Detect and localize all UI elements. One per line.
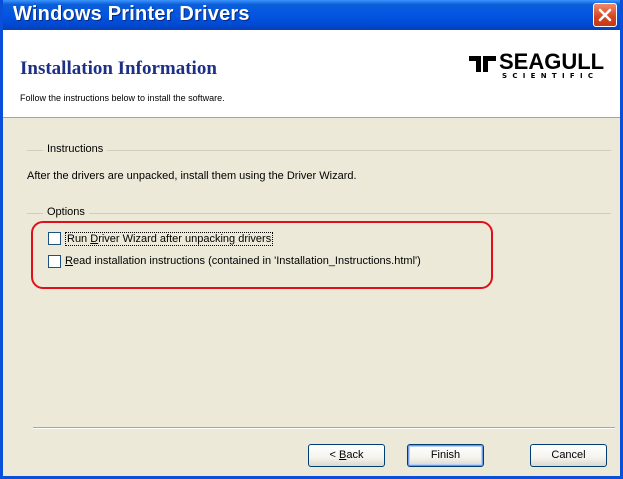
options-group-label: Options [43, 206, 89, 218]
back-rest: ack [346, 449, 364, 461]
instructions-text: After the drivers are unpacked, install … [27, 170, 357, 182]
button-separator [33, 427, 615, 429]
annotation-highlight [31, 221, 493, 289]
options-group-line [27, 213, 611, 214]
finish-button[interactable]: Finish [407, 444, 484, 467]
back-prefix: < [329, 449, 339, 461]
cancel-button[interactable]: Cancel [530, 444, 607, 467]
close-icon [598, 8, 612, 22]
dialog-window: Windows Printer Drivers Installation Inf… [0, 0, 623, 479]
back-button[interactable]: < Back [308, 444, 385, 467]
title-bar[interactable]: Windows Printer Drivers [3, 0, 620, 30]
seagull-logo: SEAGULL SCIENTIFIC [469, 49, 619, 92]
logo-subtext: SCIENTIFIC [502, 72, 599, 80]
instructions-group-line [27, 150, 611, 151]
close-button[interactable] [593, 3, 617, 27]
window-title: Windows Printer Drivers [13, 3, 250, 25]
seagull-logo-icon [469, 56, 496, 72]
page-title: Installation Information [20, 58, 217, 79]
page-subtitle: Follow the instructions below to install… [20, 93, 225, 103]
wizard-header: Installation Information Follow the inst… [3, 30, 620, 118]
instructions-group-label: Instructions [43, 143, 108, 155]
